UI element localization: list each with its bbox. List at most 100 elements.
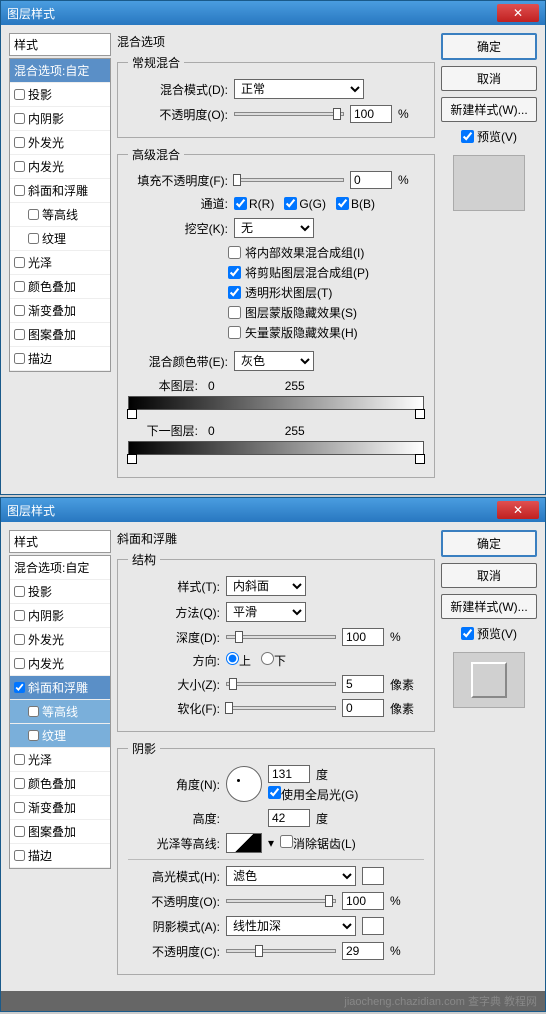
sidebar-item-contour[interactable]: 等高线 [10,700,110,724]
fill-slider[interactable] [234,178,344,182]
check-vector-mask[interactable]: 矢量蒙版隐藏效果(H) [228,324,424,341]
sidebar-item-pattern-overlay[interactable]: 图案叠加 [10,323,110,347]
checkbox[interactable] [14,850,25,861]
depth-input[interactable] [342,628,384,646]
check-clip-layers[interactable]: 将剪贴图层混合成组(P) [228,264,424,281]
size-slider[interactable] [226,682,336,686]
preview-checkbox[interactable]: 预览(V) [441,128,537,145]
checkbox[interactable] [14,802,25,813]
direction-down[interactable]: 下 [261,652,286,669]
shadow-color[interactable] [362,917,384,935]
sidebar-item-outer-glow[interactable]: 外发光 [10,131,110,155]
sidebar-item-inner-shadow[interactable]: 内阴影 [10,604,110,628]
sidebar-item-blend-options[interactable]: 混合选项:自定 [10,59,110,83]
sidebar-item-outer-glow[interactable]: 外发光 [10,628,110,652]
sidebar-item-texture[interactable]: 纹理 [10,724,110,748]
close-icon[interactable]: ✕ [497,501,539,519]
check-inner-effects[interactable]: 将内部效果混合成组(I) [228,244,424,261]
new-style-button[interactable]: 新建样式(W)... [441,97,537,122]
checkbox[interactable] [14,257,25,268]
cancel-button[interactable]: 取消 [441,563,537,588]
sidebar-item-contour[interactable]: 等高线 [10,203,110,227]
sidebar-item-color-overlay[interactable]: 颜色叠加 [10,772,110,796]
shadow-mode-select[interactable]: 线性加深 [226,916,356,936]
checkbox[interactable] [14,305,25,316]
checkbox[interactable] [14,778,25,789]
sidebar-item-gradient-overlay[interactable]: 渐变叠加 [10,299,110,323]
checkbox[interactable] [28,706,39,717]
checkbox[interactable] [14,281,25,292]
technique-select[interactable]: 平滑 [226,602,306,622]
sidebar-item-inner-glow[interactable]: 内发光 [10,652,110,676]
this-layer-gradient[interactable] [128,396,424,410]
checkbox[interactable] [14,682,25,693]
opacity-slider[interactable] [234,112,344,116]
sidebar-item-satin[interactable]: 光泽 [10,748,110,772]
new-style-button[interactable]: 新建样式(W)... [441,594,537,619]
sidebar-item-bevel[interactable]: 斜面和浮雕 [10,676,110,700]
altitude-input[interactable] [268,809,310,827]
channel-b[interactable]: B(B) [336,197,375,211]
checkbox[interactable] [14,185,25,196]
checkbox[interactable] [14,137,25,148]
check-transparency[interactable]: 透明形状图层(T) [228,284,424,301]
soften-slider[interactable] [226,706,336,710]
sidebar-item-pattern-overlay[interactable]: 图案叠加 [10,820,110,844]
channel-r[interactable]: R(R) [234,197,274,211]
angle-wheel[interactable] [226,766,262,802]
gloss-contour[interactable] [226,833,262,853]
depth-slider[interactable] [226,635,336,639]
sidebar-item-drop-shadow[interactable]: 投影 [10,83,110,107]
highlight-mode-select[interactable]: 滤色 [226,866,356,886]
direction-up[interactable]: 上 [226,652,251,669]
sidebar-item-satin[interactable]: 光泽 [10,251,110,275]
sidebar-item-gradient-overlay[interactable]: 渐变叠加 [10,796,110,820]
checkbox[interactable] [14,329,25,340]
checkbox[interactable] [14,658,25,669]
checkbox[interactable] [14,161,25,172]
checkbox[interactable] [14,586,25,597]
checkbox[interactable] [14,89,25,100]
fill-input[interactable] [350,171,392,189]
checkbox[interactable] [14,826,25,837]
ok-button[interactable]: 确定 [441,530,537,557]
sidebar-item-inner-glow[interactable]: 内发光 [10,155,110,179]
sidebar-item-texture[interactable]: 纹理 [10,227,110,251]
antialias-checkbox[interactable]: 消除锯齿(L) [280,835,356,852]
checkbox[interactable] [28,233,39,244]
check-layer-mask[interactable]: 图层蒙版隐藏效果(S) [228,304,424,321]
blendif-select[interactable]: 灰色 [234,351,314,371]
titlebar[interactable]: 图层样式 ✕ [1,498,545,522]
knockout-select[interactable]: 无 [234,218,314,238]
sidebar-item-color-overlay[interactable]: 颜色叠加 [10,275,110,299]
sidebar-item-inner-shadow[interactable]: 内阴影 [10,107,110,131]
checkbox[interactable] [14,634,25,645]
checkbox[interactable] [28,730,39,741]
close-icon[interactable]: ✕ [497,4,539,22]
blend-mode-select[interactable]: 正常 [234,79,364,99]
preview-checkbox[interactable]: 预览(V) [441,625,537,642]
cancel-button[interactable]: 取消 [441,66,537,91]
ok-button[interactable]: 确定 [441,33,537,60]
sidebar-item-stroke[interactable]: 描边 [10,844,110,868]
sidebar-item-drop-shadow[interactable]: 投影 [10,580,110,604]
channel-g[interactable]: G(G) [284,197,326,211]
shadow-opacity-slider[interactable] [226,949,336,953]
checkbox[interactable] [14,113,25,124]
highlight-color[interactable] [362,867,384,885]
under-layer-gradient[interactable] [128,441,424,455]
soften-input[interactable] [342,699,384,717]
checkbox[interactable] [28,209,39,220]
titlebar[interactable]: 图层样式 ✕ [1,1,545,25]
size-input[interactable] [342,675,384,693]
highlight-opacity-input[interactable] [342,892,384,910]
global-light-checkbox[interactable]: 使用全局光(G) [268,788,358,802]
checkbox[interactable] [14,610,25,621]
chevron-down-icon[interactable]: ▾ [268,836,274,850]
checkbox[interactable] [14,754,25,765]
highlight-opacity-slider[interactable] [226,899,336,903]
checkbox[interactable] [14,353,25,364]
sidebar-item-blend-options[interactable]: 混合选项:自定 [10,556,110,580]
sidebar-item-stroke[interactable]: 描边 [10,347,110,371]
bevel-style-select[interactable]: 内斜面 [226,576,306,596]
